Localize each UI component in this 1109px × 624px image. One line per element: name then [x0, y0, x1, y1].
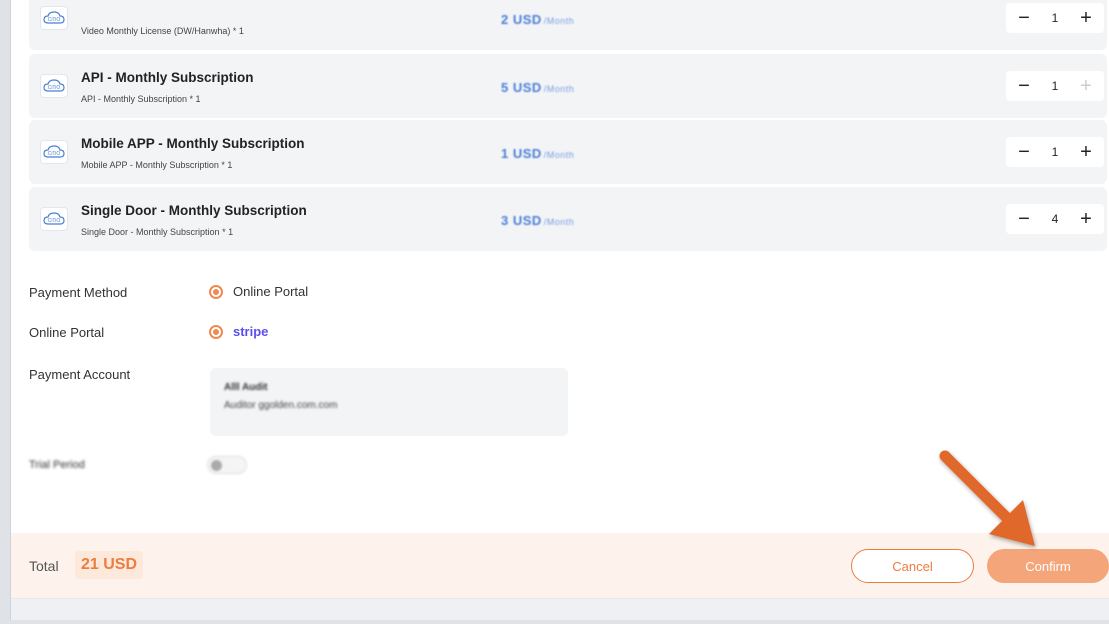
- list-item: CiTiO Mobile APP - Monthly Subscription …: [29, 120, 1107, 184]
- quantity-stepper: − 1 +: [1006, 3, 1104, 33]
- payment-account-label: Payment Account: [29, 367, 131, 382]
- payment-account-box: Alll Audit Auditor ggolden.com.com: [210, 368, 568, 436]
- item-price: 2 USD/Month: [501, 12, 575, 27]
- quantity-value[interactable]: 1: [1052, 79, 1059, 93]
- quantity-value[interactable]: 1: [1052, 145, 1059, 159]
- item-subtitle: Single Door - Monthly Subscription * 1: [81, 227, 234, 237]
- list-item: CiTiO API - Monthly Subscription API - M…: [29, 54, 1107, 118]
- total-value: 21 USD: [75, 551, 144, 579]
- quantity-value[interactable]: 1: [1052, 11, 1059, 25]
- dialog-footer: Total 21 USD Cancel Confirm: [11, 533, 1109, 599]
- online-portal-option[interactable]: stripe: [209, 324, 268, 339]
- quantity-stepper: − 4 +: [1006, 204, 1104, 234]
- cloud-logo-icon: CiTiO: [40, 207, 68, 231]
- svg-text:CiTiO: CiTiO: [48, 218, 61, 224]
- cloud-logo-icon: CiTiO: [40, 6, 68, 30]
- total-label: Total: [29, 558, 59, 574]
- decrease-button[interactable]: −: [1014, 75, 1034, 97]
- radio-selected-icon[interactable]: [209, 284, 223, 299]
- item-title: Single Door - Monthly Subscription: [81, 203, 307, 218]
- quantity-stepper: − 1 +: [1006, 71, 1104, 101]
- online-portal-label: Online Portal: [29, 325, 105, 340]
- quantity-value[interactable]: 4: [1052, 212, 1059, 226]
- item-title: API - Monthly Subscription: [81, 70, 254, 85]
- trial-period-label: Trial Period: [29, 459, 85, 471]
- quantity-stepper: − 1 +: [1006, 137, 1104, 167]
- increase-button[interactable]: +: [1076, 208, 1096, 230]
- item-subtitle: Video Monthly License (DW/Hanwha) * 1: [81, 26, 244, 36]
- svg-text:CiTiO: CiTiO: [48, 85, 61, 91]
- payment-method-value: Online Portal: [233, 284, 309, 299]
- account-name: Alll Audit: [224, 382, 268, 393]
- decrease-button[interactable]: −: [1014, 7, 1034, 29]
- list-item: CiTiO Single Door - Monthly Subscription…: [29, 187, 1107, 251]
- item-price: 1 USD/Month: [501, 146, 575, 161]
- svg-text:CiTiO: CiTiO: [48, 151, 61, 157]
- list-item: CiTiO Video Monthly License (DW/Hanwha) …: [29, 0, 1107, 50]
- radio-selected-icon[interactable]: [209, 324, 223, 339]
- order-dialog: CiTiO Video Monthly License (DW/Hanwha) …: [10, 0, 1109, 620]
- cloud-logo-icon: CiTiO: [40, 74, 68, 98]
- svg-text:CiTiO: CiTiO: [48, 17, 61, 23]
- increase-button[interactable]: +: [1076, 75, 1096, 97]
- payment-method-option[interactable]: Online Portal: [209, 284, 308, 299]
- item-title: Mobile APP - Monthly Subscription: [81, 136, 305, 151]
- item-subtitle: Mobile APP - Monthly Subscription * 1: [81, 160, 233, 170]
- cloud-logo-icon: CiTiO: [40, 140, 68, 164]
- item-subtitle: API - Monthly Subscription * 1: [81, 94, 201, 104]
- item-price: 3 USD/Month: [501, 213, 575, 228]
- cancel-button[interactable]: Cancel: [851, 549, 974, 583]
- decrease-button[interactable]: −: [1014, 208, 1034, 230]
- dialog-bottom-strip: [11, 598, 1109, 620]
- stripe-option-label: stripe: [233, 324, 269, 339]
- decrease-button[interactable]: −: [1014, 141, 1034, 163]
- trial-period-toggle[interactable]: [207, 456, 247, 474]
- confirm-button[interactable]: Confirm: [987, 549, 1109, 583]
- account-email: Auditor ggolden.com.com: [224, 400, 338, 411]
- increase-button[interactable]: +: [1076, 7, 1096, 29]
- increase-button[interactable]: +: [1076, 141, 1096, 163]
- item-price: 5 USD/Month: [501, 80, 575, 95]
- payment-method-label: Payment Method: [29, 285, 128, 300]
